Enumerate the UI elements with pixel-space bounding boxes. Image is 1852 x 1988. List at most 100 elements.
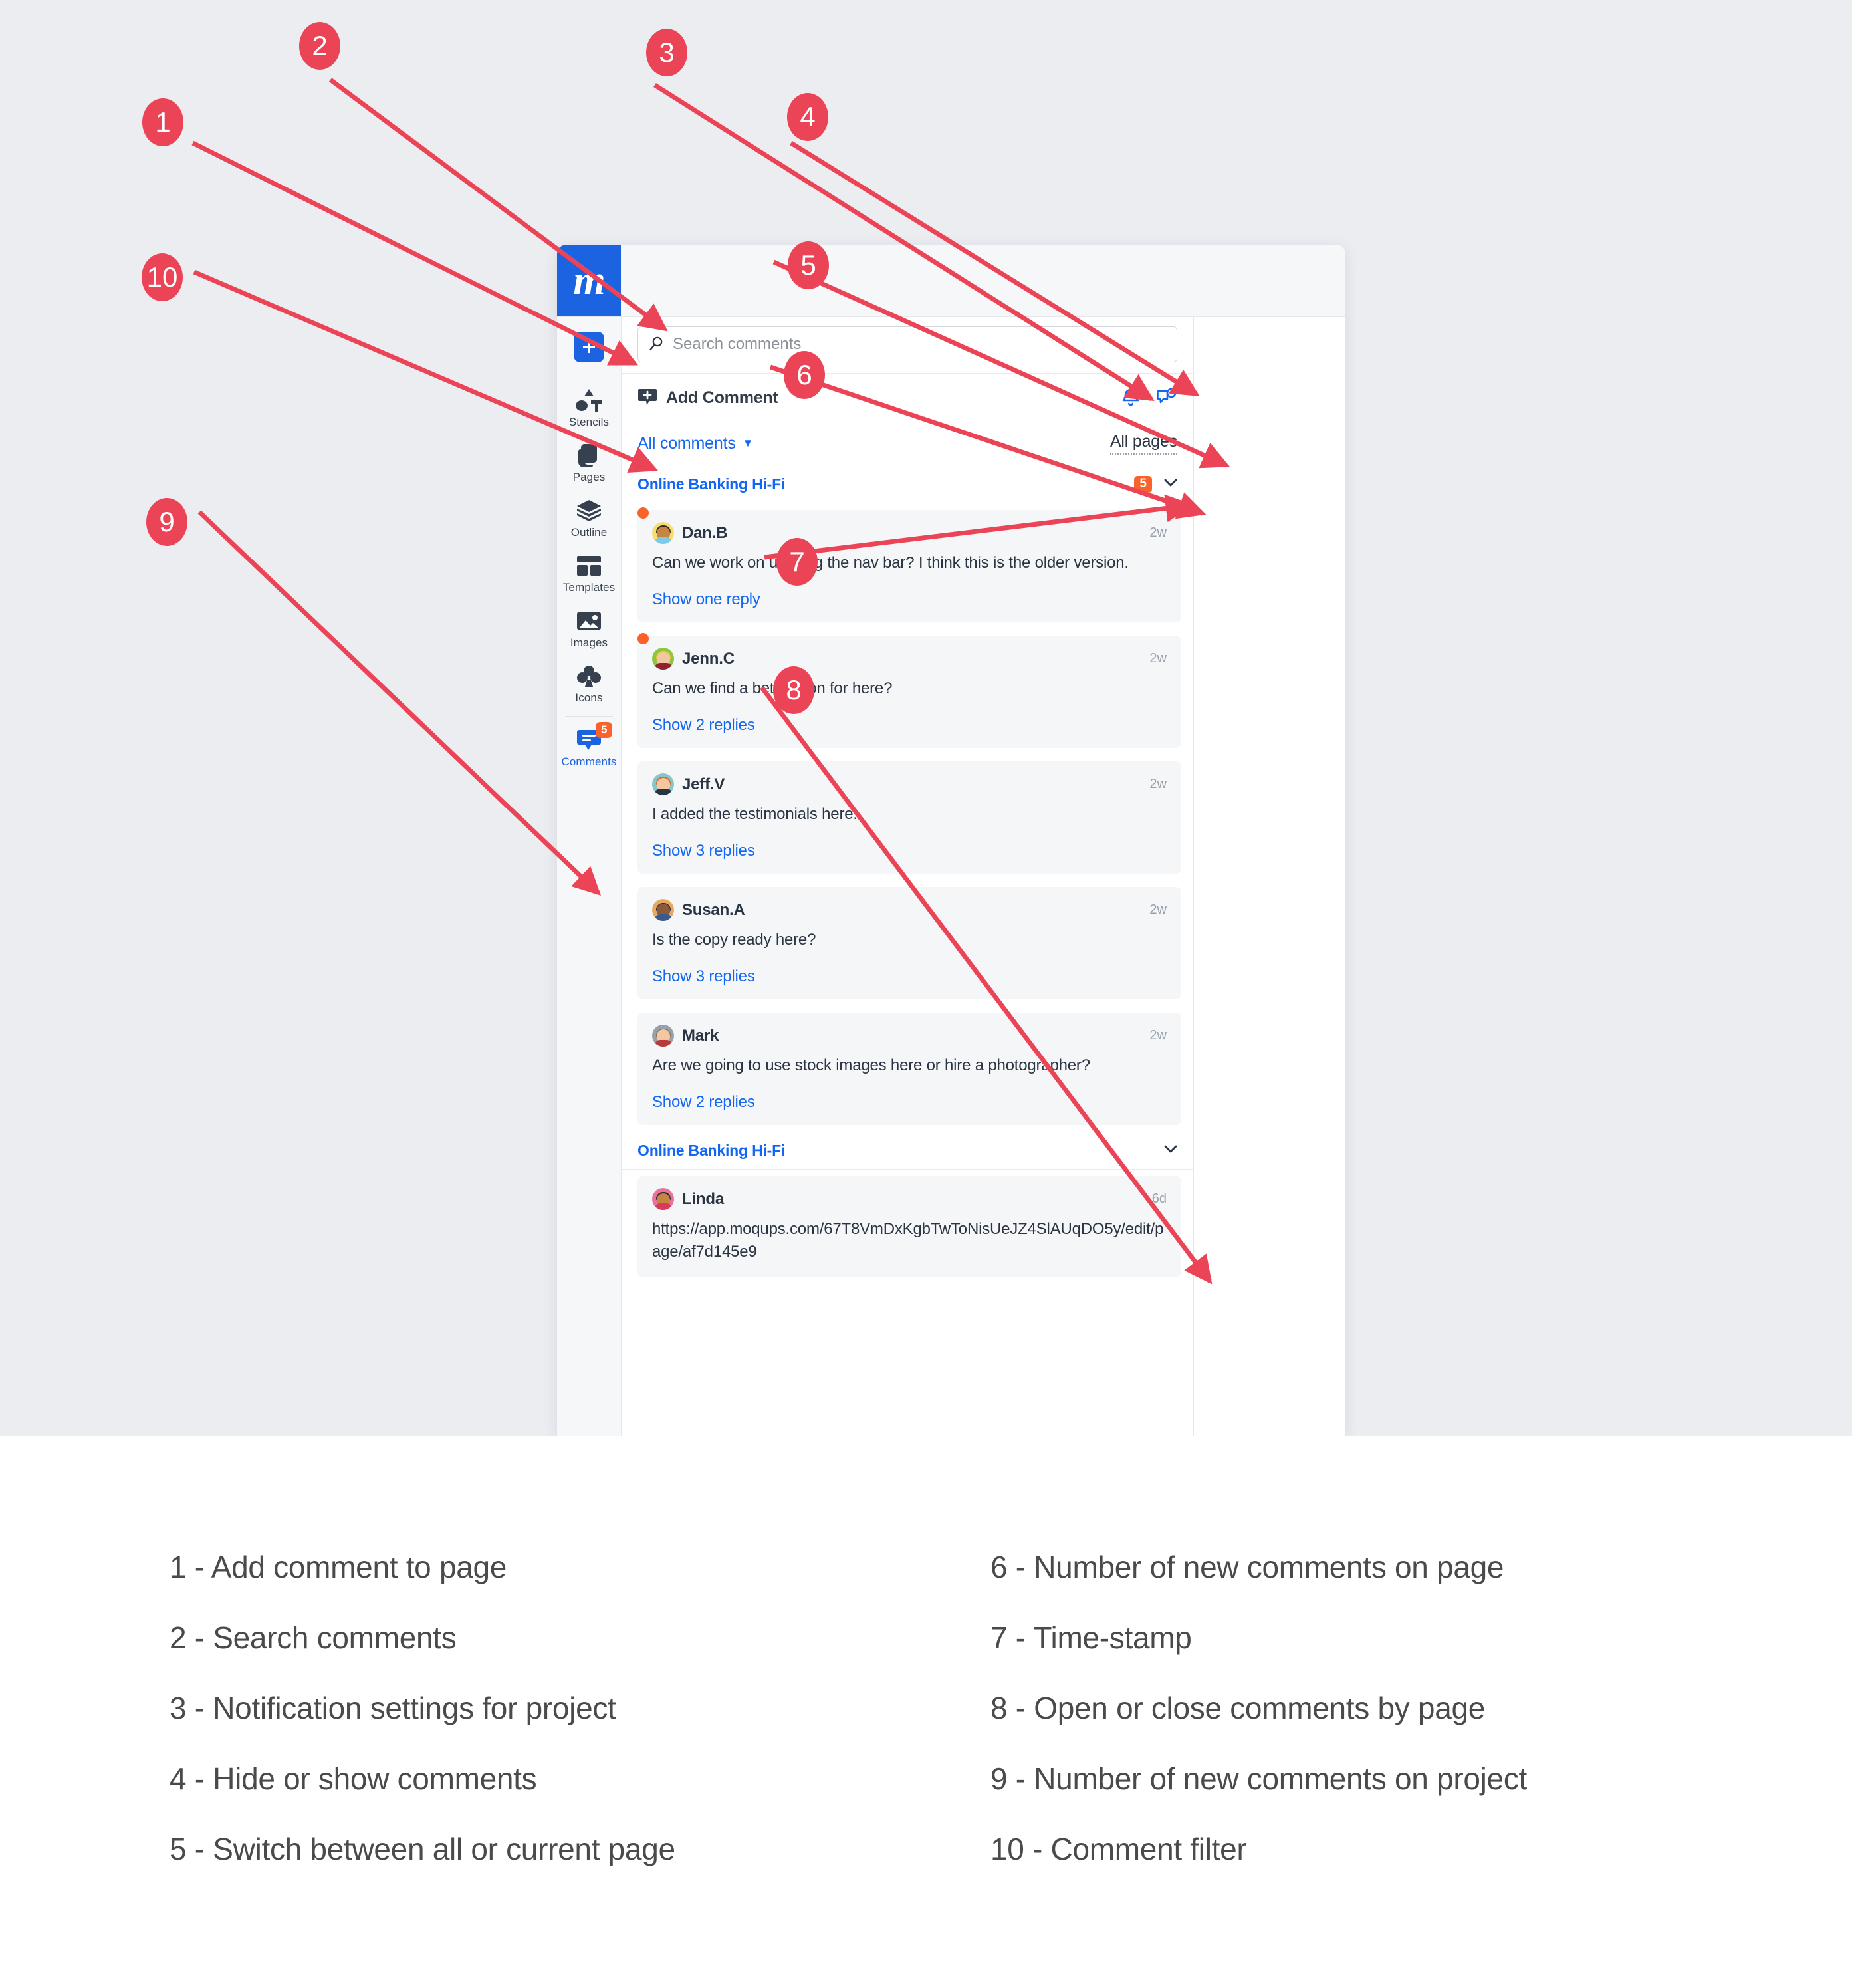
timestamp: 2w [1149, 1028, 1167, 1043]
avatar [652, 1188, 674, 1211]
avatar [652, 648, 674, 670]
comment-text: I added the testimonials here. [652, 805, 858, 824]
avatar [652, 522, 674, 544]
canvas-area [1194, 317, 1345, 1436]
comment-filter-button[interactable]: All comments [637, 434, 736, 453]
add-comment-label[interactable]: Add Comment [666, 388, 778, 408]
tool-rail: Stencils Pages Outline Templates Images … [557, 317, 622, 1436]
search-icon [649, 336, 663, 351]
comment-header: Linda 6d [652, 1188, 1167, 1211]
search-input[interactable]: Search comments [637, 326, 1177, 362]
comment-author: Dan.B [682, 523, 728, 542]
page-scope-toggle[interactable]: All pages [1109, 432, 1177, 455]
comment-group-header[interactable]: Online Banking Hi-Fi 5 [622, 465, 1193, 503]
sidebar-item-label: Icons [575, 691, 603, 704]
moqups-app-window: m Stencils Pages Outline Templates Image… [557, 245, 1345, 1436]
sidebar-item-pages[interactable]: Pages [557, 435, 621, 490]
comments-panel: Search comments Add Comment All comments… [622, 317, 1194, 1436]
legend-item-right-2: 7 - Time-stamp [990, 1620, 1192, 1655]
comment-header: Jenn.C 2w [652, 648, 1167, 670]
add-new-button[interactable] [574, 332, 604, 362]
bell-icon[interactable] [1120, 387, 1141, 408]
chevron-down-icon[interactable] [1161, 1140, 1180, 1162]
sidebar-item-stencils[interactable]: Stencils [557, 380, 621, 435]
show-replies-link[interactable]: Show 2 replies [652, 716, 1167, 735]
sidebar-item-icons[interactable]: Icons [557, 656, 621, 711]
comment-header: Jeff.V 2w [652, 773, 1167, 796]
comment-item[interactable]: Susan.A 2w Is the copy ready here? Show 3 r… [622, 880, 1193, 1006]
comment-text: Can we find a better icon for here? [652, 680, 893, 698]
avatar [652, 1025, 674, 1047]
legend-item-right-3: 8 - Open or close comments by page [990, 1691, 1486, 1725]
comment-eye-icon[interactable] [1156, 387, 1177, 408]
sidebar-item-comments[interactable]: 5 Comments [557, 719, 621, 775]
comment-plus-icon[interactable] [637, 388, 657, 408]
sidebar-item-templates[interactable]: Templates [557, 545, 621, 600]
comment-group-header[interactable]: Online Banking Hi-Fi [622, 1132, 1193, 1170]
legend-column-left: 1 - Add comment to page 2 - Search commen… [170, 1549, 675, 1902]
avatar [652, 899, 674, 922]
comment-text: https://app.moqups.com/67T8VmDxKgbTwToNi… [652, 1220, 1164, 1261]
search-placeholder: Search comments [673, 335, 802, 353]
comment-item[interactable]: Dan.B 2w Can we work on unifying the nav b… [622, 503, 1193, 629]
comment-card[interactable]: Jeff.V 2w I added the testimonials here. Sh… [637, 761, 1181, 874]
timestamp: 2w [1149, 777, 1167, 792]
topbar-empty-area [621, 245, 1345, 316]
chevron-down-icon[interactable]: ▼ [743, 437, 754, 450]
legend-item-right-1: 6 - Number of new comments on page [990, 1550, 1504, 1584]
rail-divider [565, 716, 613, 717]
unread-indicator [637, 507, 649, 519]
comments-count-badge: 5 [596, 722, 613, 739]
comment-header: Mark 2w [652, 1025, 1167, 1047]
panel-empty-space [622, 1283, 1193, 1436]
comment-author: Linda [682, 1189, 724, 1208]
comment-item[interactable]: Linda 6d https://app.moqups.com/67T8VmDxKg… [622, 1170, 1193, 1283]
comment-card[interactable]: Jenn.C 2w Can we find a better icon for he… [637, 636, 1181, 749]
comment-item[interactable]: Jeff.V 2w I added the testimonials here. Sh… [622, 755, 1193, 880]
templates-icon [575, 553, 603, 579]
timestamp: 2w [1149, 902, 1167, 918]
comment-item[interactable]: Jenn.C 2w Can we find a better icon for he… [622, 629, 1193, 755]
legend-column-right: 6 - Number of new comments on page 7 - Ti… [990, 1549, 1527, 1902]
legend-item-left-5: 5 - Switch between all or current page [170, 1832, 675, 1866]
sidebar-item-label: Comments [561, 755, 617, 768]
comment-card[interactable]: Mark 2w Are we going to use stock images h… [637, 1013, 1181, 1126]
legend-item-left-1: 1 - Add comment to page [170, 1550, 507, 1584]
sidebar-item-label: Pages [572, 471, 606, 483]
show-replies-link[interactable]: Show 2 replies [652, 1093, 1167, 1112]
moqups-logo[interactable]: m [557, 245, 621, 316]
comment-group-title: Online Banking Hi-Fi [637, 475, 786, 493]
legend-item-right-5: 10 - Comment filter [990, 1832, 1247, 1866]
timestamp: 2w [1149, 525, 1167, 540]
timestamp: 2w [1149, 651, 1167, 666]
legend-item-left-4: 4 - Hide or show comments [170, 1761, 537, 1796]
chevron-down-icon[interactable] [1161, 473, 1180, 495]
filter-row: All comments ▼ All pages [622, 422, 1193, 465]
comment-author: Mark [682, 1026, 719, 1045]
outline-icon [575, 497, 603, 524]
group-new-count-badge: 5 [1134, 475, 1152, 493]
sidebar-item-label: Stencils [568, 416, 610, 428]
unread-indicator [637, 633, 649, 645]
add-comment-row: Add Comment [622, 374, 1193, 422]
comment-card[interactable]: Susan.A 2w Is the copy ready here? Show 3 r… [637, 887, 1181, 1000]
icons-icon [575, 663, 603, 689]
comment-item[interactable]: Mark 2w Are we going to use stock images h… [622, 1006, 1193, 1132]
avatar [652, 773, 674, 796]
show-replies-link[interactable]: Show one reply [652, 590, 1167, 609]
comment-text: Is the copy ready here? [652, 931, 816, 949]
sidebar-item-label: Outline [570, 526, 608, 539]
timestamp: 6d [1151, 1191, 1167, 1207]
sidebar-item-label: Images [570, 636, 608, 649]
app-topbar: m [557, 245, 1345, 317]
comment-author: Jeff.V [682, 775, 725, 793]
comment-group-title: Online Banking Hi-Fi [637, 1141, 786, 1159]
comment-text: Can we work on unifying the nav bar? I t… [652, 554, 1129, 572]
comment-card[interactable]: Linda 6d https://app.moqups.com/67T8VmDxKg… [637, 1176, 1181, 1277]
comment-card[interactable]: Dan.B 2w Can we work on unifying the nav b… [637, 510, 1181, 623]
show-replies-link[interactable]: Show 3 replies [652, 967, 1167, 986]
comment-header: Dan.B 2w [652, 522, 1167, 544]
sidebar-item-outline[interactable]: Outline [557, 490, 621, 545]
show-replies-link[interactable]: Show 3 replies [652, 842, 1167, 860]
sidebar-item-images[interactable]: Images [557, 600, 621, 656]
